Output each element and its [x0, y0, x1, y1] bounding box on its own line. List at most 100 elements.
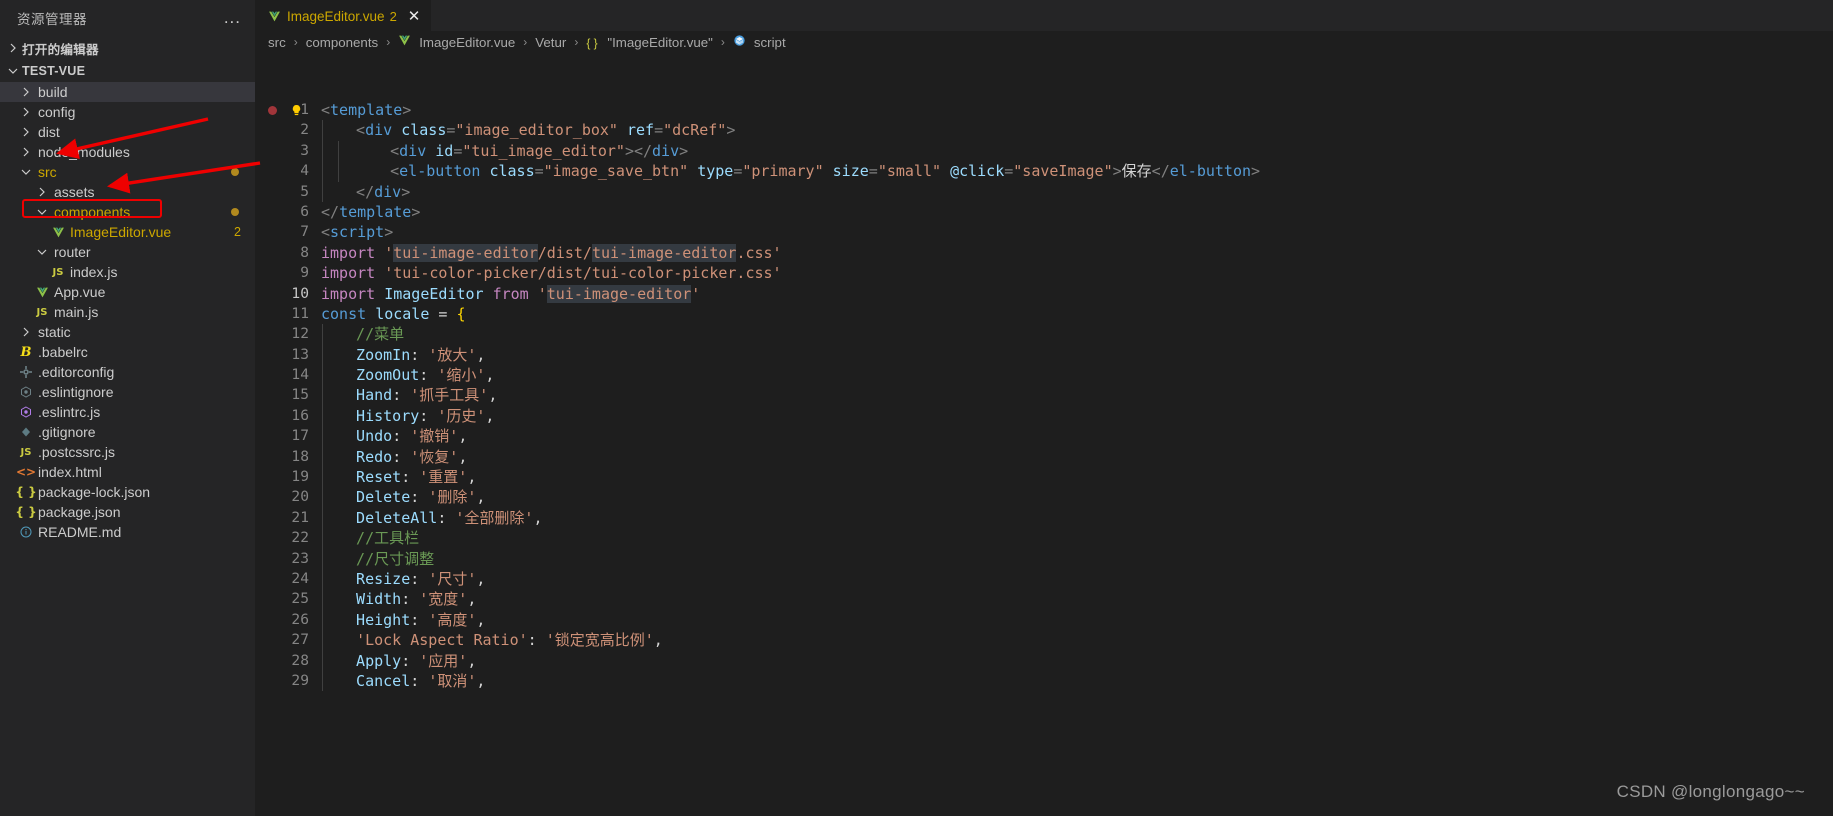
code-token: el-button — [399, 162, 481, 181]
modified-dot-icon — [231, 208, 239, 216]
code-token: </ — [338, 182, 375, 201]
tree-item-package-json[interactable]: { } package.json — [0, 502, 255, 522]
breadcrumb-separator-icon: › — [386, 35, 391, 49]
tree-item-index-html[interactable]: <> index.html — [0, 462, 255, 482]
code-line[interactable]: 21 DeleteAll: '全部删除', — [255, 507, 1833, 529]
breadcrumb-item-3[interactable]: Vetur — [534, 35, 567, 50]
tree-item-main-js[interactable]: JS main.js — [0, 302, 255, 322]
line-number: 7 — [300, 223, 309, 241]
code-line[interactable]: 28 Apply: '应用', — [255, 650, 1833, 671]
tree-item-router[interactable]: router — [0, 242, 255, 262]
code-token: = — [733, 162, 743, 181]
code-line[interactable]: 3 <div id="tui_image_editor"></div> — [255, 140, 1833, 162]
code-line[interactable]: 7 <script> — [255, 222, 1833, 242]
code-line[interactable]: 22 //工具栏 — [255, 528, 1833, 549]
code-line-content: import 'tui-color-picker/dist/tui-color-… — [318, 263, 1833, 283]
breadcrumb-item-label: components — [305, 34, 379, 50]
code-line[interactable]: 2 <div class="image_editor_box" ref="dcR… — [255, 120, 1833, 141]
code-line-content: Reset: '重置', — [318, 467, 1833, 488]
tab-imageeditor-vue[interactable]: ImageEditor.vue 2 ✕ — [255, 0, 432, 31]
code-line[interactable]: 18 Redo: '恢复', — [255, 446, 1833, 468]
breadcrumb-item-5[interactable]: script — [732, 34, 787, 50]
code-token: Cancel — [338, 671, 411, 690]
tree-item-index-js[interactable]: JS index.js — [0, 262, 255, 282]
more-actions-icon[interactable]: ... — [224, 9, 241, 26]
line-number: 3 — [300, 141, 309, 159]
indent-guide — [322, 365, 323, 386]
code-line[interactable]: 19 Reset: '重置', — [255, 467, 1833, 488]
project-root-label: TEST-VUE — [22, 64, 86, 78]
js-icon: JS — [20, 446, 32, 458]
code-line[interactable]: 4 <el-button class="image_save_btn" type… — [255, 161, 1833, 182]
code-token: > — [726, 121, 736, 140]
breadcrumb-item-2[interactable]: ImageEditor.vue — [397, 34, 516, 50]
code-line[interactable]: 29 Cancel: '取消', — [255, 670, 1833, 692]
tree-item-app-vue[interactable]: App.vue — [0, 282, 255, 302]
tree-item-package-lock-json[interactable]: { } package-lock.json — [0, 482, 255, 502]
breakpoint-icon[interactable] — [261, 100, 283, 120]
tree-item-dist[interactable]: dist — [0, 122, 255, 142]
code-line[interactable]: 13 ZoomIn: '放大', — [255, 344, 1833, 366]
code-line[interactable]: 20 Delete: '删除', — [255, 487, 1833, 508]
code-editor[interactable]: 1 <template> 2 <div class="image_editor_bo… — [255, 53, 1833, 816]
tree-item-node-modules[interactable]: node_modules — [0, 142, 255, 162]
indent-guide — [322, 528, 323, 549]
code-line[interactable]: 8 import 'tui-image-editor/dist/tui-image… — [255, 243, 1833, 263]
code-token: : — [401, 590, 420, 609]
project-root-section[interactable]: TEST-VUE — [0, 60, 255, 82]
tree-item-config[interactable]: config — [0, 102, 255, 122]
tree-item-babelrc[interactable]: B .babelrc — [0, 342, 255, 362]
tree-item-static[interactable]: static — [0, 322, 255, 342]
tree-item-gitignore[interactable]: .gitignore — [0, 422, 255, 442]
tree-item-readme-md[interactable]: README.md — [0, 522, 255, 542]
close-icon[interactable]: ✕ — [408, 9, 421, 24]
line-number: 2 — [300, 121, 309, 139]
breadcrumb-item-1[interactable]: components — [305, 35, 379, 50]
code-token: '删除' — [428, 488, 477, 507]
indent-guide — [338, 140, 339, 162]
code-lines: 1 <template> 2 <div class="image_editor_bo… — [255, 100, 1833, 692]
code-line[interactable]: 1 <template> — [255, 100, 1833, 120]
lightbulb-icon[interactable] — [285, 100, 307, 120]
code-line[interactable]: 5 </div> — [255, 181, 1833, 202]
code-token: < — [354, 141, 400, 160]
tree-item-imageeditor-vue[interactable]: ImageEditor.vue 2 — [0, 222, 255, 242]
tree-item-src[interactable]: src — [0, 162, 255, 182]
code-line[interactable]: 9 import 'tui-color-picker/dist/tui-color… — [255, 104, 1833, 283]
tree-item-label: node_modules — [38, 144, 130, 160]
tree-item-eslintrc-js[interactable]: .eslintrc.js — [0, 402, 255, 422]
code-token: type — [697, 162, 734, 181]
code-line[interactable]: 10 import ImageEditor from 'tui-image-edi… — [255, 284, 1833, 304]
code-line[interactable]: 12 //菜单 — [255, 324, 1833, 345]
code-token: , — [467, 468, 477, 487]
code-line[interactable]: 27 'Lock Aspect Ratio': '锁定宽高比例', — [255, 630, 1833, 651]
tree-item-components[interactable]: components — [0, 202, 255, 222]
chevron-right-icon — [16, 127, 36, 137]
code-line[interactable]: 23 //尺寸调整 — [255, 548, 1833, 569]
code-line[interactable]: 24 Resize: '尺寸', — [255, 568, 1833, 590]
chevron-down-icon — [32, 247, 52, 257]
tree-item-assets[interactable]: assets — [0, 182, 255, 202]
tree-item-postcssrc-js[interactable]: JS .postcssrc.js — [0, 442, 255, 462]
file-tree: build config dist node_modulessrc assets comp… — [0, 82, 255, 542]
code-line[interactable]: 6 </template> — [255, 202, 1833, 222]
code-line[interactable]: 14 ZoomOut: '缩小', — [255, 365, 1833, 386]
code-line[interactable]: 15 Hand: '抓手工具', — [255, 385, 1833, 406]
info-icon — [16, 526, 36, 538]
code-line[interactable]: 25 Width: '宽度', — [255, 589, 1833, 610]
code-line[interactable]: 17 Undo: '撤销', — [255, 426, 1833, 447]
breadcrumb-item-0[interactable]: src — [267, 35, 287, 50]
code-line[interactable]: 26 Height: '高度', — [255, 609, 1833, 631]
code-line[interactable]: 16 History: '历史', — [255, 405, 1833, 427]
tree-item-editorconfig[interactable]: .editorconfig — [0, 362, 255, 382]
indent-guide — [322, 609, 323, 631]
breadcrumb-item-4[interactable]: { } "ImageEditor.vue" — [585, 35, 714, 50]
code-line[interactable]: 11 const locale = { — [255, 105, 1833, 324]
tree-item-eslintignore[interactable]: .eslintignore — [0, 382, 255, 402]
tree-item-build[interactable]: build — [0, 82, 255, 102]
chevron-right-icon — [16, 147, 36, 157]
open-editors-section[interactable]: 打开的编辑器 — [0, 37, 255, 59]
code-token: tui-image-editor — [591, 243, 737, 262]
line-number: 5 — [300, 182, 309, 200]
